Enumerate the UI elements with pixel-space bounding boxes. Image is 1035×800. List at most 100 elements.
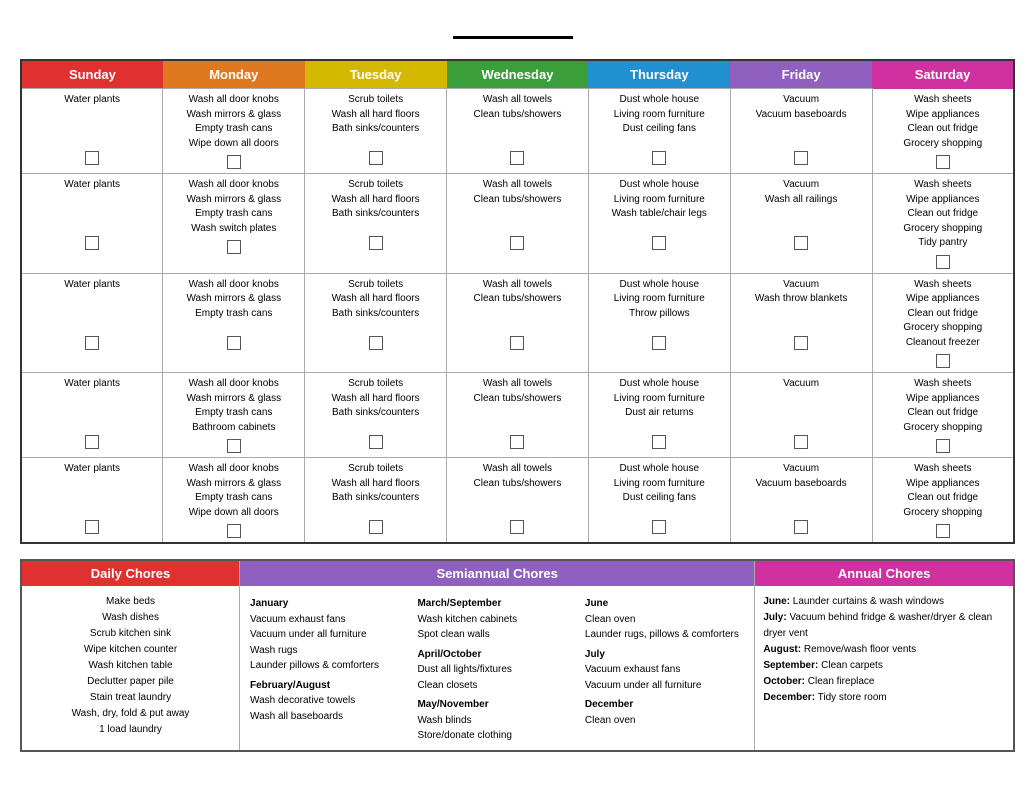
annual-chore-item: September: Clean carpets	[763, 658, 1005, 674]
checkbox-week4-tuesday[interactable]	[369, 435, 383, 449]
daily-chore-item: Make beds	[30, 594, 231, 610]
checkbox-week4-monday[interactable]	[227, 439, 241, 453]
annual-chore-item: August: Remove/wash floor vents	[763, 642, 1005, 658]
daily-chores-section: Daily Chores Make bedsWash dishesScrub k…	[22, 561, 240, 750]
cell-week5-sunday: Water plants	[21, 458, 163, 544]
checkbox-week5-saturday[interactable]	[936, 524, 950, 538]
checkbox-week3-tuesday[interactable]	[369, 336, 383, 350]
cell-week1-friday: VacuumVacuum baseboards	[730, 89, 872, 174]
checkbox-week3-friday[interactable]	[794, 336, 808, 350]
header-friday: Friday	[730, 60, 872, 89]
checkbox-week4-sunday[interactable]	[85, 435, 99, 449]
semiannual-label: February/August	[250, 678, 409, 694]
cell-week3-saturday: Wash sheetsWipe appliancesClean out frid…	[872, 273, 1014, 373]
cell-week2-monday: Wash all door knobsWash mirrors & glassE…	[163, 174, 305, 274]
semiannual-task: Vacuum under all furniture	[250, 627, 409, 643]
cell-week2-saturday: Wash sheetsWipe appliancesClean out frid…	[872, 174, 1014, 274]
checkbox-week3-sunday[interactable]	[85, 336, 99, 350]
cell-week5-monday: Wash all door knobsWash mirrors & glassE…	[163, 458, 305, 544]
checkbox-week3-monday[interactable]	[227, 336, 241, 350]
cell-week4-wednesday: Wash all towelsClean tubs/showers	[447, 373, 589, 458]
checkbox-week1-saturday[interactable]	[936, 155, 950, 169]
semiannual-label: January	[250, 596, 409, 612]
header-saturday: Saturday	[872, 60, 1014, 89]
checkbox-week2-tuesday[interactable]	[369, 236, 383, 250]
semiannual-task: Wash decorative towels	[250, 693, 409, 709]
semiannual-task: Clean oven	[585, 713, 744, 729]
annual-content: June: Launder curtains & wash windowsJul…	[755, 586, 1013, 714]
checkbox-week2-friday[interactable]	[794, 236, 808, 250]
checkbox-week2-saturday[interactable]	[936, 255, 950, 269]
checkbox-week1-sunday[interactable]	[85, 151, 99, 165]
checkbox-week5-monday[interactable]	[227, 524, 241, 538]
semiannual-task: Vacuum exhaust fans	[585, 662, 744, 678]
checkbox-week4-thursday[interactable]	[652, 435, 666, 449]
header-tuesday: Tuesday	[305, 60, 447, 89]
cell-week3-sunday: Water plants	[21, 273, 163, 373]
semiannual-task: Dust all lights/fixtures	[417, 662, 576, 678]
checkbox-week2-monday[interactable]	[227, 240, 241, 254]
checkbox-week1-monday[interactable]	[227, 155, 241, 169]
checkbox-week5-friday[interactable]	[794, 520, 808, 534]
checkbox-week5-thursday[interactable]	[652, 520, 666, 534]
checkbox-week3-thursday[interactable]	[652, 336, 666, 350]
semiannual-col: JuneClean ovenLaunder rugs, pillows & co…	[581, 592, 748, 744]
cell-week1-thursday: Dust whole houseLiving room furnitureDus…	[588, 89, 730, 174]
semiannual-task: Clean closets	[417, 678, 576, 694]
cell-week3-thursday: Dust whole houseLiving room furnitureThr…	[588, 273, 730, 373]
daily-chores-content: Make bedsWash dishesScrub kitchen sinkWi…	[22, 586, 239, 746]
cell-week4-tuesday: Scrub toiletsWash all hard floorsBath si…	[305, 373, 447, 458]
semiannual-label: May/November	[417, 697, 576, 713]
cell-week5-thursday: Dust whole houseLiving room furnitureDus…	[588, 458, 730, 544]
checkbox-week3-saturday[interactable]	[936, 354, 950, 368]
daily-chore-item: Scrub kitchen sink	[30, 626, 231, 642]
semiannual-col: March/SeptemberWash kitchen cabinetsSpot…	[413, 592, 580, 744]
schedule-table: Sunday Monday Tuesday Wednesday Thursday…	[20, 59, 1015, 544]
checkbox-week2-thursday[interactable]	[652, 236, 666, 250]
checkbox-week1-wednesday[interactable]	[510, 151, 524, 165]
daily-chore-item: 1 load laundry	[30, 722, 231, 738]
checkbox-week2-wednesday[interactable]	[510, 236, 524, 250]
checkbox-week4-wednesday[interactable]	[510, 435, 524, 449]
semiannual-task: Launder rugs, pillows & comforters	[585, 627, 744, 643]
checkbox-week5-tuesday[interactable]	[369, 520, 383, 534]
cell-week4-monday: Wash all door knobsWash mirrors & glassE…	[163, 373, 305, 458]
cell-week4-thursday: Dust whole houseLiving room furnitureDus…	[588, 373, 730, 458]
header-monday: Monday	[163, 60, 305, 89]
semiannual-task: Launder pillows & comforters	[250, 658, 409, 674]
daily-chore-item: Wash dishes	[30, 610, 231, 626]
annual-chores-section: Annual Chores June: Launder curtains & w…	[755, 561, 1013, 750]
checkbox-week2-sunday[interactable]	[85, 236, 99, 250]
cell-week3-tuesday: Scrub toiletsWash all hard floorsBath si…	[305, 273, 447, 373]
cell-week1-sunday: Water plants	[21, 89, 163, 174]
annual-chores-header: Annual Chores	[755, 561, 1013, 586]
cell-week2-friday: VacuumWash all railings	[730, 174, 872, 274]
semiannual-chores-section: Semiannual Chores JanuaryVacuum exhaust …	[240, 561, 755, 750]
checkbox-week1-tuesday[interactable]	[369, 151, 383, 165]
cell-week5-friday: VacuumVacuum baseboards	[730, 458, 872, 544]
cell-week1-saturday: Wash sheetsWipe appliancesClean out frid…	[872, 89, 1014, 174]
semiannual-task: Vacuum exhaust fans	[250, 612, 409, 628]
cell-week1-tuesday: Scrub toiletsWash all hard floorsBath si…	[305, 89, 447, 174]
title-section	[20, 15, 1015, 47]
cell-week4-friday: Vacuum	[730, 373, 872, 458]
checkbox-week4-saturday[interactable]	[936, 439, 950, 453]
header-wednesday: Wednesday	[447, 60, 589, 89]
checkbox-week5-sunday[interactable]	[85, 520, 99, 534]
annual-chore-item: July: Vacuum behind fridge & washer/drye…	[763, 610, 1005, 642]
checkbox-week1-thursday[interactable]	[652, 151, 666, 165]
daily-chores-header: Daily Chores	[22, 561, 239, 586]
checkbox-week1-friday[interactable]	[794, 151, 808, 165]
semiannual-task: Wash blinds	[417, 713, 576, 729]
annual-chore-item: December: Tidy store room	[763, 690, 1005, 706]
cell-week3-monday: Wash all door knobsWash mirrors & glassE…	[163, 273, 305, 373]
semiannual-task: Store/donate clothing	[417, 728, 576, 744]
cell-week1-monday: Wash all door knobsWash mirrors & glassE…	[163, 89, 305, 174]
checkbox-week4-friday[interactable]	[794, 435, 808, 449]
checkbox-week5-wednesday[interactable]	[510, 520, 524, 534]
semiannual-task: Clean oven	[585, 612, 744, 628]
cell-week5-tuesday: Scrub toiletsWash all hard floorsBath si…	[305, 458, 447, 544]
checkbox-week3-wednesday[interactable]	[510, 336, 524, 350]
semiannual-task: Spot clean walls	[417, 627, 576, 643]
semiannual-task: Vacuum under all furniture	[585, 678, 744, 694]
